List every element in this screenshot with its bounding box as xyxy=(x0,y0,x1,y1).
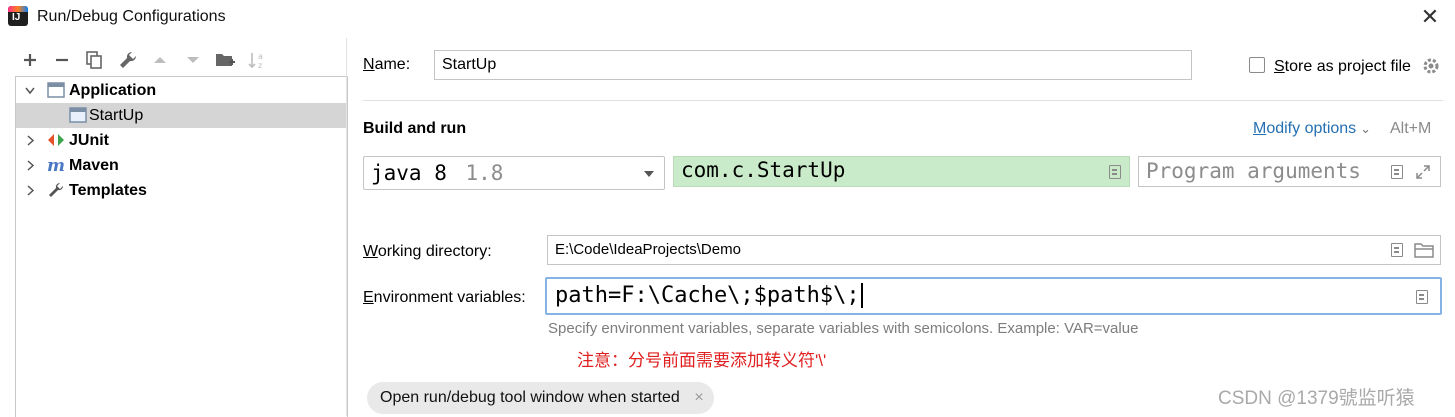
document-icon[interactable] xyxy=(1109,165,1121,179)
svg-text:a: a xyxy=(258,52,263,61)
configuration-tree[interactable]: Application StartUp JUnit m Maven Templa… xyxy=(15,76,348,417)
copy-icon[interactable] xyxy=(83,49,105,71)
tree-item-label: StartUp xyxy=(89,107,144,124)
close-icon[interactable]: ✕ xyxy=(1418,4,1442,30)
tree-item-startup[interactable]: StartUp xyxy=(16,103,347,128)
tree-item-label: Templates xyxy=(69,182,147,199)
text-cursor xyxy=(860,283,863,308)
remove-icon[interactable] xyxy=(51,49,73,71)
junit-icon xyxy=(47,131,65,149)
working-directory-input[interactable]: E:\Code\IdeaProjects\Demo xyxy=(547,235,1441,265)
folder-add-icon[interactable] xyxy=(214,49,236,71)
svg-text:m: m xyxy=(47,156,65,174)
title-bar: IJ Run/Debug Configurations ✕ xyxy=(0,0,1455,38)
tree-item-application[interactable]: Application xyxy=(16,78,347,103)
program-arguments-input[interactable]: Program arguments xyxy=(1138,156,1441,187)
move-down-icon[interactable] xyxy=(182,49,204,71)
application-config-icon xyxy=(69,106,87,124)
annotation-note: 注意：分号前面需要添加转义符'\' xyxy=(577,351,827,370)
name-input[interactable]: StartUp xyxy=(434,50,1192,80)
wrench-icon[interactable] xyxy=(117,49,139,71)
chevron-down-icon[interactable] xyxy=(642,167,656,185)
store-as-project-file-checkbox[interactable] xyxy=(1249,57,1265,73)
gear-icon[interactable] xyxy=(1421,56,1441,76)
sort-icon[interactable]: az xyxy=(247,49,269,71)
tree-item-label: JUnit xyxy=(69,132,109,149)
add-icon[interactable] xyxy=(19,49,41,71)
tree-item-label: Application xyxy=(69,82,157,99)
maven-icon: m xyxy=(47,156,65,176)
watermark: CSDN @1379號监听猿 xyxy=(1218,388,1415,409)
jdk-name: java 8 xyxy=(371,161,447,185)
tree-item-maven[interactable]: m Maven xyxy=(16,153,347,178)
window-title: Run/Debug Configurations xyxy=(37,8,226,25)
main-class-input[interactable]: com.c.StartUp xyxy=(673,156,1130,187)
build-and-run-heading: Build and run xyxy=(363,120,467,137)
open-tool-window-option-chip[interactable]: Open run/debug tool window when started … xyxy=(367,382,714,414)
environment-variables-hint: Specify environment variables, separate … xyxy=(548,320,1139,337)
svg-text:z: z xyxy=(258,61,262,70)
document-icon[interactable] xyxy=(1391,243,1403,257)
panel-divider[interactable] xyxy=(346,38,347,416)
application-icon xyxy=(47,81,65,99)
expand-icon[interactable] xyxy=(1415,164,1431,185)
intellij-logo-icon: IJ xyxy=(8,6,28,26)
name-label: Name: xyxy=(363,56,411,73)
tree-item-templates[interactable]: Templates xyxy=(16,178,347,203)
chevron-right-icon[interactable] xyxy=(23,178,37,212)
wrench-icon xyxy=(47,181,65,199)
document-icon[interactable] xyxy=(1416,290,1428,304)
folder-icon[interactable] xyxy=(1414,241,1434,264)
separator xyxy=(363,100,1443,101)
jdk-select[interactable]: java 8 1.8 xyxy=(363,156,665,190)
close-icon[interactable]: × xyxy=(694,382,703,414)
environment-variables-input[interactable]: path=F:\Cache\;$path$\; xyxy=(545,277,1442,315)
tree-item-junit[interactable]: JUnit xyxy=(16,128,347,153)
environment-variables-label: Environment variables: xyxy=(363,289,526,306)
jdk-version: 1.8 xyxy=(465,161,504,185)
chevron-down-icon: ⌄ xyxy=(1360,121,1372,136)
document-icon[interactable] xyxy=(1391,165,1403,179)
store-as-project-file-label[interactable]: Store as project file xyxy=(1274,58,1411,76)
modify-options-shortcut: Alt+M xyxy=(1390,120,1432,137)
working-directory-label: Working directory: xyxy=(363,243,492,260)
modify-options-link[interactable]: Modify options ⌄ xyxy=(1253,120,1371,138)
tree-item-label: Maven xyxy=(69,157,119,174)
move-up-icon[interactable] xyxy=(149,49,171,71)
